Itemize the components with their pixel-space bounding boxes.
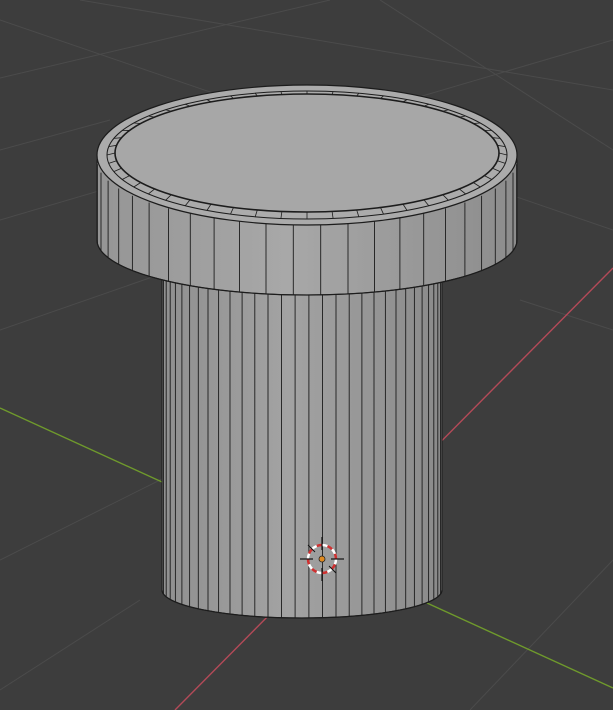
grid-line (0, 0, 331, 79)
grid-line (79, 0, 613, 91)
viewport-scene (0, 0, 613, 710)
grid-line (469, 559, 613, 710)
cylinder-mesh[interactable] (96, 84, 518, 619)
lid-rim-inner (114, 93, 500, 213)
rim-edge (473, 122, 481, 124)
cylinder-body[interactable] (161, 271, 443, 619)
3d-viewport[interactable] (0, 0, 613, 710)
grid-line (0, 119, 111, 151)
cursor-center-dot (318, 555, 326, 563)
grid-line (0, 599, 141, 691)
rim-edge (133, 122, 141, 124)
grid-line (0, 469, 181, 561)
